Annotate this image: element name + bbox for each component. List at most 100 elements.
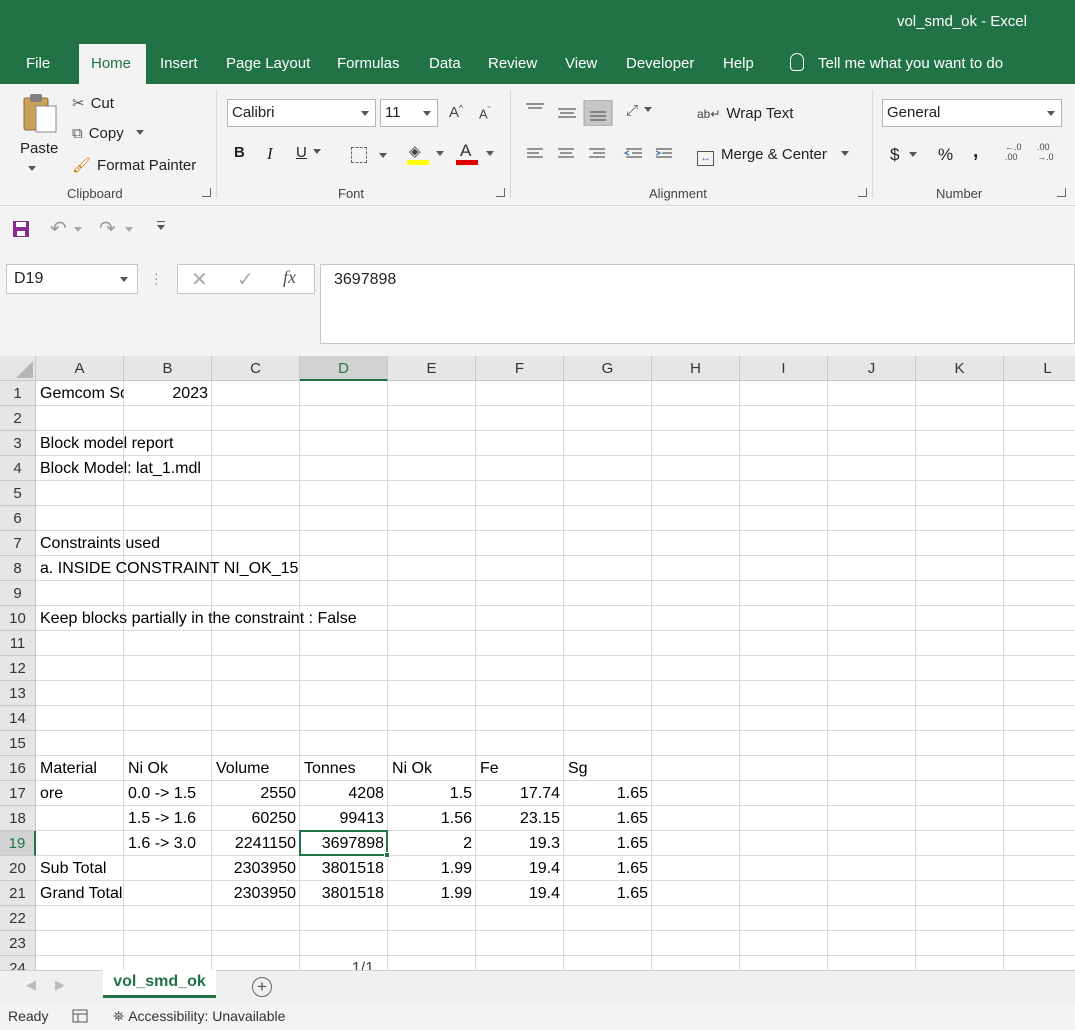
select-all-button[interactable]: [0, 356, 36, 381]
increase-decimal-button[interactable]: ←.0 .00: [1005, 142, 1022, 162]
tab-review[interactable]: Review: [478, 44, 547, 84]
middle-align-icon[interactable]: [558, 108, 576, 118]
cell-d16[interactable]: Tonnes: [300, 756, 388, 781]
row-header-3[interactable]: 3: [0, 431, 36, 456]
cell-d24[interactable]: 1/1: [300, 956, 388, 970]
clipboard-launcher-icon[interactable]: [202, 188, 211, 197]
cell-f19[interactable]: 19.3: [476, 831, 564, 856]
column-header-g[interactable]: G: [564, 356, 652, 381]
cell-e17[interactable]: 1.5: [388, 781, 476, 806]
bottom-align-icon[interactable]: [583, 100, 613, 126]
cell-b1[interactable]: 2023: [124, 381, 212, 406]
cell-f16[interactable]: Fe: [476, 756, 564, 781]
wrap-text-button[interactable]: ab↵ Wrap Text: [697, 105, 793, 122]
align-right-icon[interactable]: [589, 148, 605, 158]
cell-c17[interactable]: 2550: [212, 781, 300, 806]
cell-d20[interactable]: 3801518: [300, 856, 388, 881]
cell-g21[interactable]: 1.65: [564, 881, 652, 906]
tab-page-layout[interactable]: Page Layout: [216, 44, 320, 84]
macro-recording-icon[interactable]: [72, 1009, 88, 1023]
font-color-button[interactable]: A: [456, 141, 498, 168]
tab-data[interactable]: Data: [419, 44, 471, 84]
row-header-19[interactable]: 19: [0, 831, 36, 856]
orientation-button[interactable]: ⤢: [626, 102, 653, 119]
column-header-e[interactable]: E: [388, 356, 476, 381]
italic-button[interactable]: I: [267, 144, 273, 164]
cell-a20[interactable]: Sub Total: [36, 856, 124, 881]
row-header-14[interactable]: 14: [0, 706, 36, 731]
row-header-15[interactable]: 15: [0, 731, 36, 756]
grow-font-button[interactable]: A^: [449, 103, 463, 121]
cell-b16[interactable]: Ni Ok: [124, 756, 212, 781]
decrease-indent-icon[interactable]: [623, 148, 642, 158]
tab-developer[interactable]: Developer: [616, 44, 704, 84]
accessibility-status[interactable]: ⛯ Accessibility: Unavailable: [113, 1008, 285, 1025]
name-box[interactable]: D19: [6, 264, 138, 294]
cell-g17[interactable]: 1.65: [564, 781, 652, 806]
cell-b19[interactable]: 1.6 -> 3.0: [124, 831, 212, 856]
cell-e18[interactable]: 1.56: [388, 806, 476, 831]
cell-e21[interactable]: 1.99: [388, 881, 476, 906]
cell-a10[interactable]: Keep blocks partially in the constraint …: [36, 606, 357, 631]
cell-a4[interactable]: Block Model: lat_1.mdl: [36, 456, 201, 481]
merge-center-button[interactable]: ↔ Merge & Center: [697, 146, 849, 166]
column-header-d[interactable]: D: [300, 356, 388, 381]
customize-toolbar-icon[interactable]: [157, 221, 165, 230]
font-launcher-icon[interactable]: [496, 188, 505, 197]
percent-button[interactable]: %: [938, 145, 953, 165]
increase-indent-icon[interactable]: [655, 148, 672, 158]
number-format-select[interactable]: General: [882, 99, 1062, 127]
cell-e16[interactable]: Ni Ok: [388, 756, 476, 781]
active-cell-border[interactable]: [299, 830, 388, 856]
column-header-i[interactable]: I: [740, 356, 828, 381]
font-size-select[interactable]: 11: [380, 99, 438, 127]
fill-handle[interactable]: [384, 852, 390, 858]
enter-icon[interactable]: ✓: [237, 267, 254, 292]
cell-g16[interactable]: Sg: [564, 756, 652, 781]
scroll-left-icon[interactable]: ◀: [26, 977, 36, 993]
cell-e19[interactable]: 2: [388, 831, 476, 856]
cell-f17[interactable]: 17.74: [476, 781, 564, 806]
row-header-10[interactable]: 10: [0, 606, 36, 631]
row-header-22[interactable]: 22: [0, 906, 36, 931]
cell-c16[interactable]: Volume: [212, 756, 300, 781]
cell-a16[interactable]: Material: [36, 756, 124, 781]
column-header-f[interactable]: F: [476, 356, 564, 381]
row-header-24[interactable]: 24: [0, 956, 36, 970]
insert-function-icon[interactable]: fx: [283, 267, 296, 288]
row-header-4[interactable]: 4: [0, 456, 36, 481]
row-header-1[interactable]: 1: [0, 381, 36, 406]
decrease-decimal-button[interactable]: .00 →.0: [1037, 142, 1054, 162]
cell-d18[interactable]: 99413: [300, 806, 388, 831]
cancel-icon[interactable]: ✕: [191, 267, 208, 292]
tab-formulas[interactable]: Formulas: [327, 44, 410, 84]
undo-dropdown-icon[interactable]: [74, 227, 82, 232]
underline-button[interactable]: U: [296, 144, 321, 161]
tab-view[interactable]: View: [555, 44, 607, 84]
format-painter-button[interactable]: 🖌 Format Painter: [72, 156, 196, 174]
redo-dropdown-icon[interactable]: [125, 227, 133, 232]
cell-g20[interactable]: 1.65: [564, 856, 652, 881]
copy-button[interactable]: ⧉ Copy: [72, 125, 144, 142]
row-header-13[interactable]: 13: [0, 681, 36, 706]
paste-button[interactable]: Paste: [14, 92, 64, 174]
cell-c21[interactable]: 2303950: [212, 881, 300, 906]
more-options-icon[interactable]: · · ·: [154, 266, 159, 290]
cell-a17[interactable]: ore: [36, 781, 124, 806]
tab-file[interactable]: File: [16, 44, 60, 84]
row-header-7[interactable]: 7: [0, 531, 36, 556]
cell-b18[interactable]: 1.5 -> 1.6: [124, 806, 212, 831]
redo-icon[interactable]: ↷: [99, 216, 116, 241]
borders-button[interactable]: [351, 146, 391, 164]
shrink-font-button[interactable]: Aˇ: [479, 105, 491, 121]
cell-a3[interactable]: Block model report: [36, 431, 173, 456]
cell-f18[interactable]: 23.15: [476, 806, 564, 831]
comma-button[interactable]: ,: [973, 141, 978, 163]
undo-icon[interactable]: ↶: [50, 216, 67, 241]
tell-me-search[interactable]: Tell me what you want to do: [788, 44, 1003, 84]
column-header-l[interactable]: L: [1004, 356, 1075, 381]
row-header-8[interactable]: 8: [0, 556, 36, 581]
row-header-11[interactable]: 11: [0, 631, 36, 656]
row-header-17[interactable]: 17: [0, 781, 36, 806]
top-align-icon[interactable]: [526, 103, 544, 109]
